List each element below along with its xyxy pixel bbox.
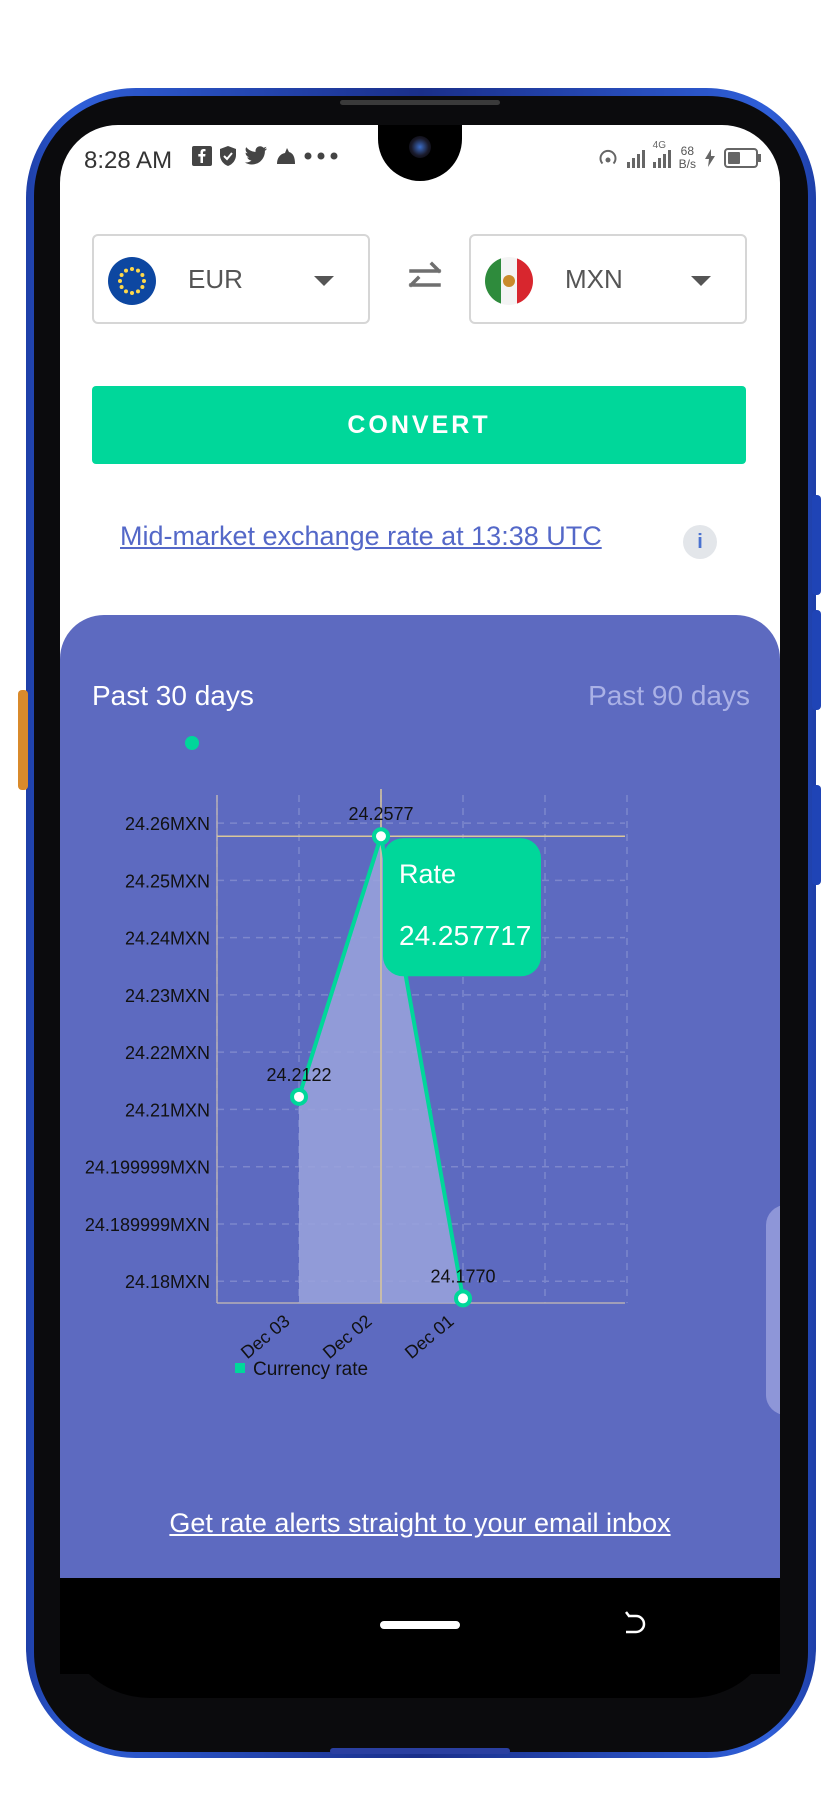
y-tick-label: 24.24MXN: [125, 929, 210, 949]
volume-up-button: [812, 495, 821, 595]
data-label: 24.2577: [348, 804, 413, 824]
y-tick-label: 24.18MXN: [125, 1272, 210, 1292]
y-tick-label: 24.23MXN: [125, 986, 210, 1006]
y-tick-label: 24.25MXN: [125, 871, 210, 891]
system-status-icons: 4G 68 B/s: [597, 140, 761, 171]
hotspot-icon: [599, 149, 617, 165]
data-point[interactable]: [290, 1087, 308, 1106]
bottom-slot: [330, 1748, 510, 1754]
x-tick-label: Dec 02: [319, 1311, 376, 1363]
tooltip-value: 24.257717: [399, 920, 531, 951]
legend-label: Currency rate: [253, 1359, 368, 1380]
side-drawer-handle[interactable]: [766, 1205, 780, 1415]
signal-icon: [626, 148, 645, 168]
notification-icons: [192, 145, 338, 167]
network-type-label: 4G: [652, 140, 666, 151]
mexico-flag-icon: [485, 257, 533, 305]
side-button-left: [18, 690, 28, 790]
more-dots-icon: [304, 152, 338, 160]
data-point[interactable]: [454, 1289, 472, 1308]
chevron-down-icon: [691, 276, 711, 286]
back-gesture-icon[interactable]: [620, 1610, 650, 1640]
y-tick-label: 24.21MXN: [125, 1100, 210, 1120]
data-label: 24.2122: [266, 1065, 331, 1085]
navigation-bar: [60, 1578, 780, 1674]
x-tick-label: Dec 03: [237, 1311, 294, 1363]
chevron-down-icon: [314, 276, 334, 286]
power-button: [812, 785, 821, 885]
data-label: 24.1770: [430, 1266, 495, 1286]
net-speed-unit: B/s: [678, 157, 696, 171]
screen: 8:28 AM 4G 68 B/s EUR MXN CONVERT Mid-ma…: [60, 125, 780, 1578]
mid-market-rate-link[interactable]: Mid-market exchange rate at 13:38 UTC: [120, 521, 602, 552]
tooltip-title: Rate: [399, 859, 456, 889]
net-speed: 68 B/s: [679, 145, 696, 171]
x-tick-label: Dec 01: [401, 1311, 458, 1363]
data-point[interactable]: [372, 827, 390, 846]
from-currency-code: EUR: [188, 264, 243, 294]
swap-currencies-icon[interactable]: [405, 253, 445, 303]
front-camera: [409, 136, 431, 158]
y-tick-label: 24.26MXN: [125, 814, 210, 834]
status-time: 8:28 AM: [84, 147, 173, 174]
chart-panel: Past 30 days Past 90 days 24.26MXN 24.25M…: [60, 615, 780, 1578]
legend-swatch: [235, 1363, 245, 1373]
y-tick-label: 24.199999MXN: [85, 1158, 210, 1178]
cat-icon: [277, 148, 295, 164]
y-tick-label: 24.189999MXN: [85, 1215, 210, 1235]
signal-4g-icon: 4G: [652, 140, 671, 168]
facebook-icon: [192, 146, 212, 166]
battery-icon: [724, 148, 761, 168]
from-currency-select[interactable]: EUR: [92, 234, 370, 324]
rate-chart[interactable]: 24.26MXN 24.25MXN 24.24MXN 24.23MXN 24.22MXN…: [60, 615, 780, 1515]
eu-stars-icon: [118, 267, 146, 295]
charging-icon: [705, 149, 715, 167]
status-bar: 8:28 AM 4G 68 B/s: [60, 125, 780, 191]
shield-icon: [220, 146, 236, 166]
home-gesture-bar[interactable]: [380, 1621, 460, 1629]
to-currency-code: MXN: [565, 264, 623, 294]
speaker-slot: [340, 100, 500, 105]
y-tick-label: 24.22MXN: [125, 1043, 210, 1063]
info-icon[interactable]: i: [683, 525, 717, 559]
convert-button[interactable]: CONVERT: [92, 386, 746, 464]
twitter-icon: [244, 146, 268, 165]
eu-flag-icon: [108, 257, 156, 305]
to-currency-select[interactable]: MXN: [469, 234, 747, 324]
rate-alerts-link[interactable]: Get rate alerts straight to your email i…: [60, 1508, 780, 1539]
volume-down-button: [812, 610, 821, 710]
